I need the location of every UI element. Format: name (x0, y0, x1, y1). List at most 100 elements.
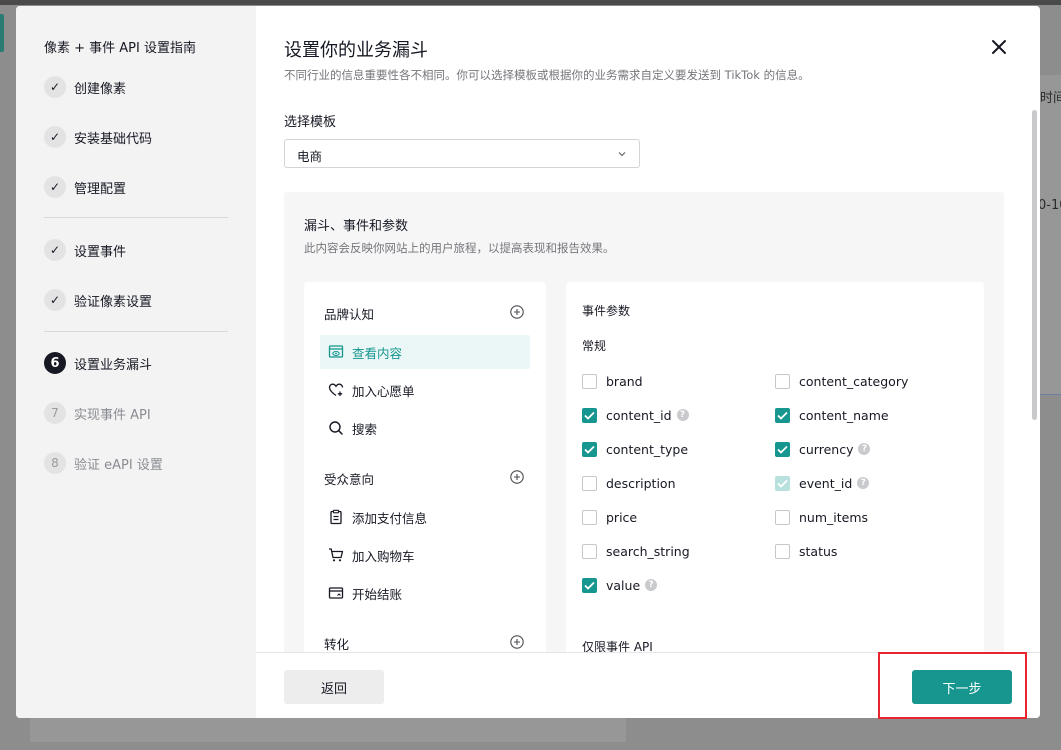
add-circle-icon[interactable] (510, 305, 524, 319)
backdrop-card (30, 718, 626, 742)
event-label: 查看内容 (352, 345, 403, 361)
param-content-name[interactable]: content_name (775, 406, 889, 424)
step-number-badge: 7 (44, 402, 66, 424)
group-title-conversion: 转化 (324, 637, 350, 652)
checkbox[interactable] (775, 373, 790, 389)
scrollbar[interactable] (1032, 110, 1037, 420)
step-label: 创建像素 (74, 81, 127, 97)
help-icon[interactable]: ? (857, 477, 870, 489)
param-label: content_name (799, 407, 889, 423)
checkbox[interactable] (582, 407, 597, 423)
help-icon[interactable]: ? (645, 579, 658, 591)
param-label: status (799, 543, 838, 559)
search-icon (329, 421, 343, 435)
step-manage-config[interactable]: ✓ 管理配置 (44, 175, 126, 199)
add-circle-icon[interactable] (510, 470, 524, 484)
group-title-awareness: 品牌认知 (324, 307, 375, 322)
checkbox[interactable] (775, 509, 790, 525)
step-label: 设置事件 (74, 244, 127, 260)
step-label: 安装基础代码 (74, 131, 153, 147)
param-price[interactable]: price (582, 508, 637, 526)
step-verify-eapi[interactable]: 8 验证 eAPI 设置 (44, 451, 163, 475)
highlight-box (878, 652, 1027, 719)
params-title: 事件参数 (582, 304, 631, 318)
back-button[interactable]: 返回 (284, 670, 384, 704)
checkbox[interactable] (582, 577, 597, 593)
param-label: content_category (799, 373, 909, 389)
backdrop-tab (0, 14, 4, 52)
param-description[interactable]: description (582, 474, 676, 492)
close-icon[interactable] (990, 38, 1008, 56)
event-add-to-cart[interactable]: 加入购物车 (320, 538, 530, 572)
funnel-panel: 漏斗、事件和参数 此内容会反映你网站上的用户旅程，以提高表现和报告效果。 品牌认… (284, 192, 1004, 662)
param-value[interactable]: value ? (582, 576, 658, 594)
view-content-icon (328, 345, 344, 358)
param-search-string[interactable]: search_string (582, 542, 690, 560)
param-currency[interactable]: currency ? (775, 440, 871, 458)
backdrop-line (1040, 394, 1061, 395)
guide-title: 像素 + 事件 API 设置指南 (44, 41, 196, 56)
checkbox (775, 475, 790, 491)
step-implement-eapi[interactable]: 7 实现事件 API (44, 401, 151, 425)
param-content-type[interactable]: content_type (582, 440, 688, 458)
param-label: description (606, 475, 676, 491)
page-title: 设置你的业务漏斗 (284, 40, 428, 61)
heart-plus-icon (328, 383, 344, 397)
step-label: 验证 eAPI 设置 (74, 457, 163, 473)
param-status[interactable]: status (775, 542, 837, 560)
checkbox[interactable] (582, 373, 597, 389)
template-selected-value: 电商 (297, 149, 323, 164)
checkbox[interactable] (582, 509, 597, 525)
setup-modal: 像素 + 事件 API 设置指南 ✓ 创建像素 ✓ 安装基础代码 ✓ 管理配置 … (16, 6, 1040, 718)
param-num-items[interactable]: num_items (775, 508, 868, 526)
checkbox[interactable] (775, 543, 790, 559)
step-create-pixel[interactable]: ✓ 创建像素 (44, 75, 126, 99)
param-content-category[interactable]: content_category (775, 372, 908, 390)
param-label: brand (606, 373, 643, 389)
clipboard-icon (330, 509, 342, 525)
page-subtitle: 不同行业的信息重要性各不相同。你可以选择模板或根据你的业务需求自定义要发送到 T… (284, 68, 810, 82)
help-icon[interactable]: ? (858, 443, 871, 455)
step-label: 实现事件 API (74, 407, 151, 423)
event-initiate-checkout[interactable]: 开始结账 (320, 576, 530, 610)
step-set-events[interactable]: ✓ 设置事件 (44, 238, 126, 262)
check-icon: ✓ (44, 176, 66, 198)
event-add-payment-info[interactable]: 添加支付信息 (320, 500, 530, 534)
chevron-down-icon (618, 152, 626, 157)
step-business-funnel[interactable]: 6 设置业务漏斗 (44, 351, 152, 375)
param-label: content_type (606, 441, 689, 457)
event-label: 搜索 (352, 421, 378, 437)
event-add-to-wishlist[interactable]: 加入心愿单 (320, 373, 530, 407)
step-install-base-code[interactable]: ✓ 安装基础代码 (44, 125, 152, 149)
event-search[interactable]: 搜索 (320, 411, 530, 445)
help-icon[interactable]: ? (676, 409, 689, 421)
param-brand[interactable]: brand (582, 372, 643, 390)
funnel-description: 此内容会反映你网站上的用户旅程，以提高表现和报告效果。 (304, 241, 615, 255)
check-icon: ✓ (44, 126, 66, 148)
cart-icon (329, 548, 344, 562)
step-number-badge: 6 (44, 352, 66, 374)
checkbox[interactable] (582, 441, 597, 457)
checkbox[interactable] (775, 407, 790, 423)
param-label: num_items (799, 509, 869, 525)
sidebar-divider (44, 331, 228, 332)
check-icon: ✓ (44, 76, 66, 98)
event-view-content[interactable]: 查看内容 (320, 335, 530, 369)
checkbox[interactable] (775, 441, 790, 457)
checkbox[interactable] (582, 543, 597, 559)
guide-sidebar: 像素 + 事件 API 设置指南 ✓ 创建像素 ✓ 安装基础代码 ✓ 管理配置 … (16, 6, 256, 718)
event-label: 加入购物车 (352, 548, 415, 564)
backdrop-text-2: 0-10 (1038, 198, 1061, 213)
checkout-icon (328, 587, 344, 599)
add-circle-icon[interactable] (510, 635, 524, 649)
main-content: 设置你的业务漏斗 不同行业的信息重要性各不相同。你可以选择模板或根据你的业务需求… (256, 6, 1040, 718)
checkbox[interactable] (582, 475, 597, 491)
backdrop-panel (1040, 75, 1061, 395)
funnel-title: 漏斗、事件和参数 (304, 219, 409, 234)
params-section-common: 常规 (582, 339, 607, 353)
param-content-id[interactable]: content_id ? (582, 406, 689, 424)
step-verify-pixel[interactable]: ✓ 验证像素设置 (44, 288, 152, 312)
template-select[interactable]: 电商 (284, 139, 640, 168)
backdrop-text-1: 时间 (1040, 91, 1061, 106)
step-label: 设置业务漏斗 (74, 357, 153, 373)
